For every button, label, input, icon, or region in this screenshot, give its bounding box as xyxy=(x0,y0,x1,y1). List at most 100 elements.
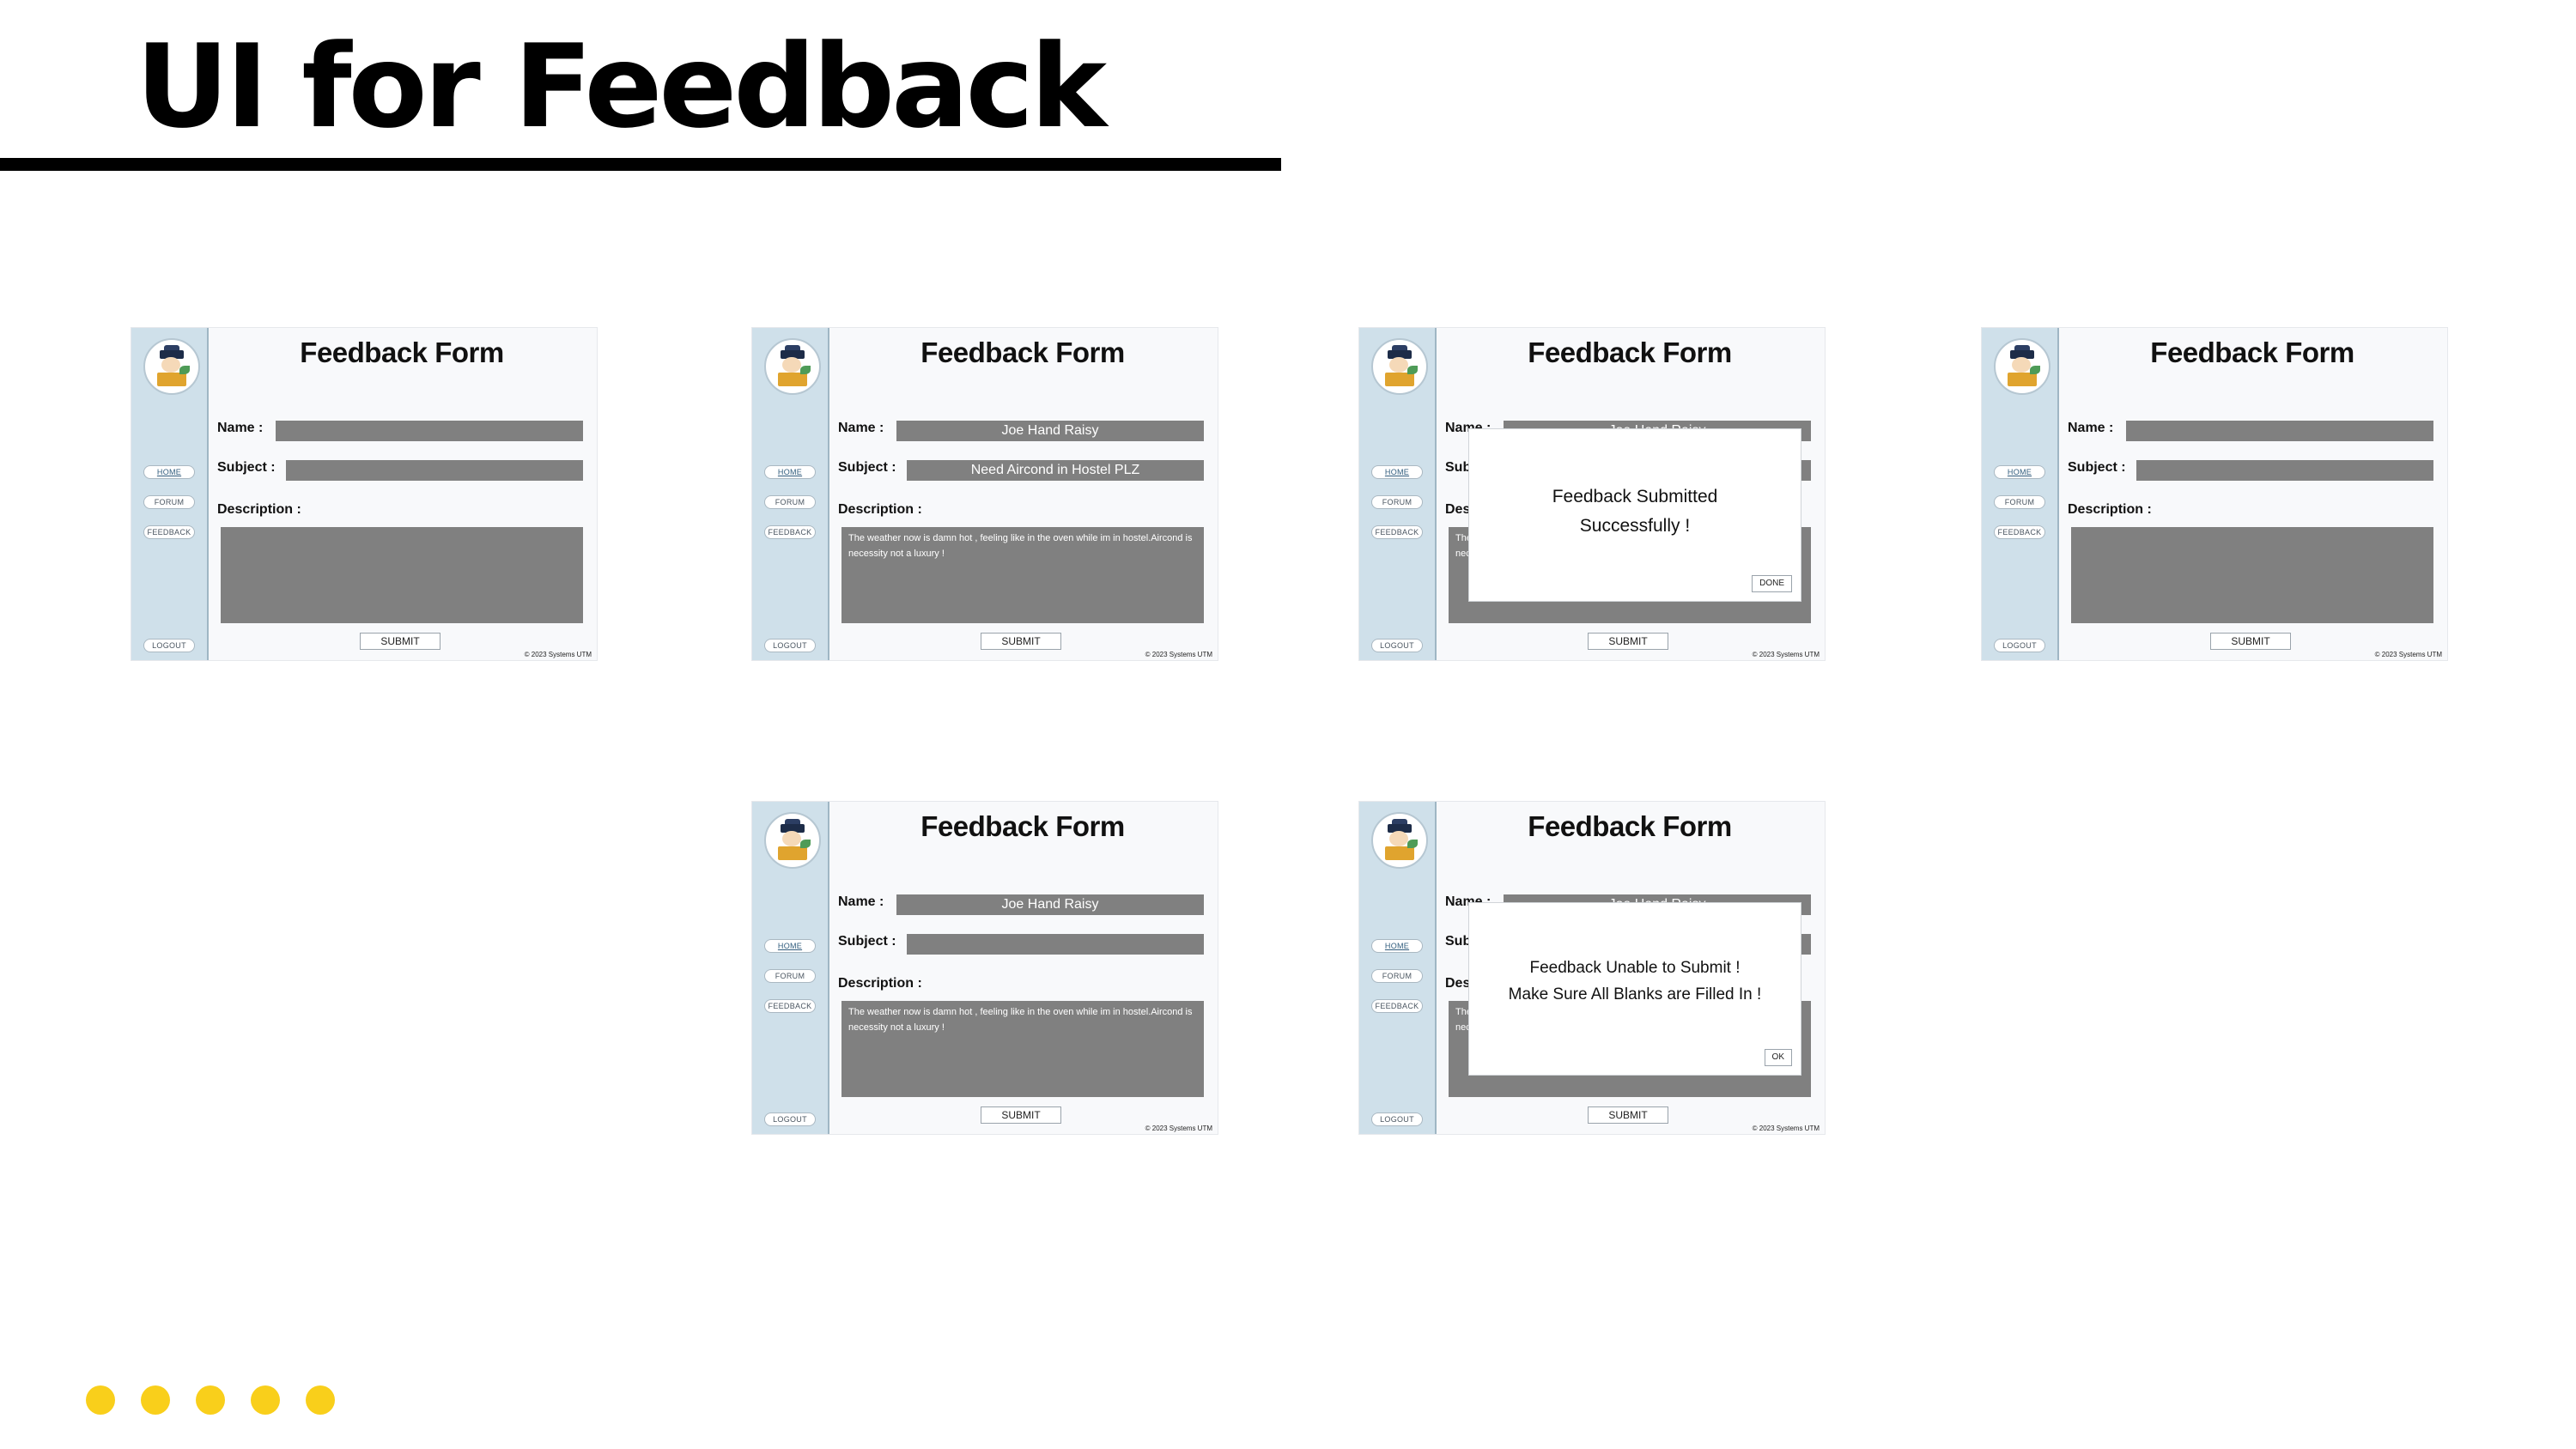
subject-input[interactable] xyxy=(907,934,1204,955)
sidebar: HOME FORUM FEEDBACK LOGOUT xyxy=(752,802,829,1134)
nav-home-button[interactable]: HOME xyxy=(1371,939,1423,953)
logo-face xyxy=(161,357,180,373)
nav-forum-button[interactable]: FORUM xyxy=(1994,495,2045,509)
logout-button[interactable]: LOGOUT xyxy=(764,639,816,652)
form-title: Feedback Form xyxy=(2150,336,2354,368)
dialog-message: Feedback Unable to Submit ! Make Sure Al… xyxy=(1508,959,1762,1003)
submit-button[interactable]: SUBMIT xyxy=(2210,633,2291,650)
subject-input[interactable] xyxy=(2136,460,2433,481)
logout-button[interactable]: LOGOUT xyxy=(1371,639,1423,652)
submit-button[interactable]: SUBMIT xyxy=(981,1106,1061,1124)
dot-2 xyxy=(141,1385,170,1415)
submit-button[interactable]: SUBMIT xyxy=(981,633,1061,650)
description-label: Description : xyxy=(217,502,301,517)
subject-label: Subject : xyxy=(838,460,896,475)
name-input[interactable] xyxy=(2126,421,2433,441)
logo-leaf xyxy=(800,840,811,848)
sidebar: HOME FORUM FEEDBACK LOGOUT xyxy=(752,328,829,660)
logo-leaf xyxy=(800,366,811,374)
feedback-screen-missing-subject: HOME FORUM FEEDBACK LOGOUT Feedback Form Name… xyxy=(752,802,1218,1134)
logo-leaf xyxy=(1407,366,1418,374)
feedback-screen-empty: HOME FORUM FEEDBACK LOGOUT Feedback Form Name… xyxy=(131,328,597,660)
nav-feedback-button[interactable]: FEEDBACK xyxy=(1371,525,1423,539)
logo-face xyxy=(1389,831,1408,846)
subject-input[interactable] xyxy=(286,460,583,481)
name-input[interactable]: Joe Hand Raisy xyxy=(896,421,1204,441)
nav-home-button[interactable]: HOME xyxy=(764,465,816,479)
nav-feedback-button[interactable]: FEEDBACK xyxy=(764,525,816,539)
logout-button[interactable]: LOGOUT xyxy=(143,639,195,652)
copyright-footer: © 2023 Systems UTM xyxy=(2374,651,2442,658)
name-input[interactable] xyxy=(276,421,583,441)
dot-1 xyxy=(86,1385,115,1415)
feedback-screen-success: HOME FORUM FEEDBACK LOGOUT Feedback Form Name… xyxy=(1359,328,1825,660)
logo-icon xyxy=(1371,812,1428,869)
sidebar: HOME FORUM FEEDBACK LOGOUT xyxy=(1359,802,1437,1134)
description-textarea[interactable]: The weather now is damn hot , feeling li… xyxy=(841,1001,1204,1097)
dot-5 xyxy=(306,1385,335,1415)
copyright-footer: © 2023 Systems UTM xyxy=(1145,651,1212,658)
description-textarea[interactable]: The weather now is damn hot , feeling li… xyxy=(841,527,1204,623)
nav-forum-button[interactable]: FORUM xyxy=(1371,495,1423,509)
name-label: Name : xyxy=(838,894,884,909)
description-textarea[interactable] xyxy=(221,527,583,623)
nav-feedback-button[interactable]: FEEDBACK xyxy=(764,999,816,1013)
nav-feedback-button[interactable]: FEEDBACK xyxy=(143,525,195,539)
form-title: Feedback Form xyxy=(1528,810,1732,842)
nav-forum-button[interactable]: FORUM xyxy=(143,495,195,509)
logo-leaf xyxy=(2030,366,2040,374)
nav-forum-button[interactable]: FORUM xyxy=(764,495,816,509)
feedback-screen-filled: HOME FORUM FEEDBACK LOGOUT Feedback Form Name… xyxy=(752,328,1218,660)
sidebar: HOME FORUM FEEDBACK LOGOUT xyxy=(1359,328,1437,660)
subject-label: Subject : xyxy=(2068,460,2126,475)
logo-face xyxy=(2012,357,2031,373)
submit-button[interactable]: SUBMIT xyxy=(360,633,440,650)
subject-label: Subject : xyxy=(838,934,896,949)
description-textarea[interactable] xyxy=(2071,527,2433,623)
dialog-done-button[interactable]: DONE xyxy=(1752,575,1792,592)
copyright-footer: © 2023 Systems UTM xyxy=(1145,1125,1212,1132)
copyright-footer: © 2023 Systems UTM xyxy=(524,651,592,658)
submit-button[interactable]: SUBMIT xyxy=(1588,1106,1668,1124)
logout-button[interactable]: LOGOUT xyxy=(1994,639,2045,652)
nav-home-button[interactable]: HOME xyxy=(1994,465,2045,479)
logo-book xyxy=(1385,373,1414,386)
copyright-footer: © 2023 Systems UTM xyxy=(1752,651,1820,658)
nav-feedback-button[interactable]: FEEDBACK xyxy=(1994,525,2045,539)
nav-home-button[interactable]: HOME xyxy=(764,939,816,953)
logo-icon xyxy=(1994,338,2050,395)
description-label: Description : xyxy=(838,976,922,991)
nav-feedback-button[interactable]: FEEDBACK xyxy=(1371,999,1423,1013)
subject-label: Subject : xyxy=(217,460,276,475)
dot-4 xyxy=(251,1385,280,1415)
sidebar: HOME FORUM FEEDBACK LOGOUT xyxy=(1982,328,2059,660)
nav-forum-button[interactable]: FORUM xyxy=(1371,969,1423,983)
form-title: Feedback Form xyxy=(920,810,1125,842)
logo-face xyxy=(782,357,801,373)
subject-input[interactable]: Need Aircond in Hostel PLZ xyxy=(907,460,1204,481)
copyright-footer: © 2023 Systems UTM xyxy=(1752,1125,1820,1132)
description-label: Description : xyxy=(2068,502,2152,517)
nav-forum-button[interactable]: FORUM xyxy=(764,969,816,983)
logo-book xyxy=(157,373,186,386)
form-title: Feedback Form xyxy=(300,336,504,368)
dialog-ok-button[interactable]: OK xyxy=(1764,1049,1792,1066)
logo-leaf xyxy=(179,366,190,374)
logo-book xyxy=(2008,373,2037,386)
name-label: Name : xyxy=(838,421,884,435)
logout-button[interactable]: LOGOUT xyxy=(764,1113,816,1126)
logo-face xyxy=(1389,357,1408,373)
logout-button[interactable]: LOGOUT xyxy=(1371,1113,1423,1126)
feedback-screen-error: HOME FORUM FEEDBACK LOGOUT Feedback Form Name… xyxy=(1359,802,1825,1134)
logo-book xyxy=(778,373,807,386)
description-label: Description : xyxy=(838,502,922,517)
dialog-message: Feedback Submitted Successfully ! xyxy=(1552,487,1718,536)
sidebar: HOME FORUM FEEDBACK LOGOUT xyxy=(131,328,209,660)
nav-home-button[interactable]: HOME xyxy=(1371,465,1423,479)
logo-icon xyxy=(143,338,200,395)
slide-title: UI for Feedback xyxy=(136,20,1107,154)
name-input[interactable]: Joe Hand Raisy xyxy=(896,894,1204,915)
nav-home-button[interactable]: HOME xyxy=(143,465,195,479)
dot-3 xyxy=(196,1385,225,1415)
submit-button[interactable]: SUBMIT xyxy=(1588,633,1668,650)
